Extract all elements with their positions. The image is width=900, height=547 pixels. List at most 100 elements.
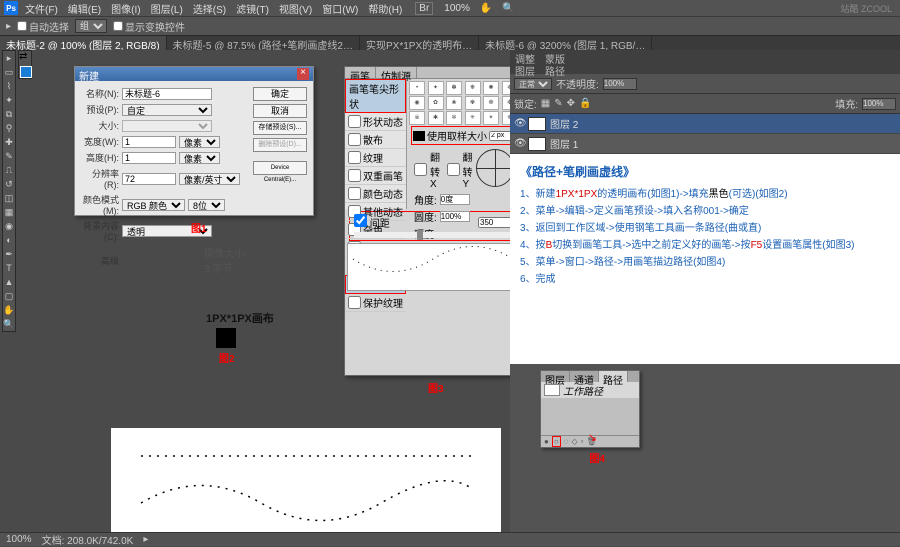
heal-tool[interactable]: ✚ xyxy=(3,135,15,149)
paths-tab[interactable]: 路径 xyxy=(540,62,570,74)
brush-tip-shape[interactable]: 画笔笔尖形状 xyxy=(345,79,406,113)
pp-channels-tab[interactable]: 通道 xyxy=(570,371,599,382)
visibility-icon[interactable]: 👁 xyxy=(514,138,524,149)
del-preset-button[interactable]: 删除预设(D)... xyxy=(253,138,307,152)
brush-cell[interactable]: ❀ xyxy=(446,96,462,110)
foreground-swatch[interactable] xyxy=(20,66,32,78)
layer-name[interactable]: 图层 2 xyxy=(550,116,578,131)
hand-tool[interactable]: ✋ xyxy=(3,303,15,317)
device-central-button[interactable]: Device Central(E)... xyxy=(253,161,307,175)
type-tool[interactable]: T xyxy=(3,261,15,275)
move-tool-icon[interactable]: ▸ xyxy=(6,21,11,32)
brush-cell[interactable]: ✴ xyxy=(483,111,499,125)
angle-widget[interactable] xyxy=(476,149,514,187)
auto-select-target[interactable]: 组 xyxy=(75,19,107,33)
brush-cell[interactable]: ✱ xyxy=(428,111,444,125)
eraser-tool[interactable]: ◫ xyxy=(3,191,15,205)
spacing-slider[interactable] xyxy=(354,232,512,238)
zoom-tool[interactable]: 🔍 xyxy=(3,317,15,331)
layer-row-1[interactable]: 👁 图层 1 xyxy=(510,134,900,154)
layer-row-2[interactable]: 👁图层 2 xyxy=(510,114,900,134)
spacing-field[interactable] xyxy=(478,217,512,228)
adjust-tab[interactable]: 调整 xyxy=(510,50,540,62)
pen-tool[interactable]: ✒ xyxy=(3,247,15,261)
doc-tab-1[interactable]: 未标题-2 @ 100% (图层 2, RGB/8) xyxy=(0,36,167,50)
brush-presets-grid[interactable]: •✦✽❋✺❄ ◉✿❀✾❁✻ ※✱✲✳✴✵ xyxy=(409,81,519,125)
move-tool[interactable]: ▸ xyxy=(3,51,15,65)
brush-cell[interactable]: ✦ xyxy=(428,81,444,95)
path-to-sel-icon[interactable]: ◌ xyxy=(564,437,569,446)
hand-icon[interactable]: ✋ xyxy=(477,3,495,14)
brush-cell[interactable]: ✲ xyxy=(446,111,462,125)
scattering[interactable]: 散布 xyxy=(345,131,406,149)
brush-tab[interactable]: 画笔 xyxy=(345,67,376,78)
bit-select[interactable]: 8位 xyxy=(188,199,225,211)
res-field[interactable] xyxy=(122,173,176,185)
flipy-check[interactable] xyxy=(447,163,460,176)
ok-button[interactable]: 确定 xyxy=(253,87,307,101)
color-dynamics[interactable]: 颜色动态 xyxy=(345,185,406,203)
width-field[interactable] xyxy=(122,136,176,148)
doc-tab-2[interactable]: 未标题-5 @ 87.5% (路径+笔刷画虚线2… xyxy=(167,36,360,50)
blend-mode[interactable]: 正常 xyxy=(514,78,552,90)
blur-tool[interactable]: ◉ xyxy=(3,219,15,233)
marquee-tool[interactable]: ▭ xyxy=(3,65,15,79)
menu-image[interactable]: 图像(I) xyxy=(108,1,143,16)
brush-cell[interactable]: ✽ xyxy=(446,81,462,95)
name-field[interactable] xyxy=(122,88,212,100)
clone-tab[interactable]: 仿制源 xyxy=(376,67,417,78)
brush-cell[interactable]: ✾ xyxy=(465,96,481,110)
brush-cell[interactable]: • xyxy=(409,81,425,95)
dual-brush[interactable]: 双重画笔 xyxy=(345,167,406,185)
dodge-tool[interactable]: ◐ xyxy=(3,233,15,247)
fill-field[interactable] xyxy=(862,98,896,110)
layer-thumb[interactable] xyxy=(528,137,546,151)
path-select-tool[interactable]: ▲ xyxy=(3,275,15,289)
menu-view[interactable]: 视图(V) xyxy=(276,1,315,16)
show-transform-check[interactable]: 显示变换控件 xyxy=(113,19,185,34)
work-path-row[interactable]: 工作路径 xyxy=(541,382,639,398)
history-brush-tool[interactable]: ↺ xyxy=(3,177,15,191)
texture[interactable]: 纹理 xyxy=(345,149,406,167)
lock-paint-icon[interactable]: ✎ xyxy=(554,98,562,109)
close-icon[interactable]: × xyxy=(297,68,309,80)
opacity-field[interactable] xyxy=(603,78,637,90)
brush-tool[interactable]: ✎ xyxy=(3,149,15,163)
height-field[interactable] xyxy=(122,152,176,164)
stamp-tool[interactable]: ⎍ xyxy=(3,163,15,177)
zoom-icon[interactable]: 🔍 xyxy=(499,3,517,14)
layers-tab[interactable]: 图层 xyxy=(510,62,540,74)
auto-select-check[interactable]: 自动选择 xyxy=(17,19,69,34)
pp-paths-tab[interactable]: 路径 xyxy=(599,371,628,382)
layer-name[interactable]: 图层 1 xyxy=(550,136,578,151)
width-unit[interactable]: 像素 xyxy=(179,136,220,148)
brush-cell[interactable]: ※ xyxy=(409,111,425,125)
brush-cell[interactable]: ❋ xyxy=(465,81,481,95)
zoom-status[interactable]: 100% xyxy=(6,534,32,545)
brush-cell[interactable]: ❁ xyxy=(483,96,499,110)
menu-layer[interactable]: 图层(L) xyxy=(148,1,186,16)
status-arrow-icon[interactable]: ▸ xyxy=(143,534,148,545)
pp-layers-tab[interactable]: 图层 xyxy=(541,371,570,382)
size-select[interactable] xyxy=(122,120,212,132)
round-field[interactable] xyxy=(440,211,470,222)
lock-move-icon[interactable]: ✥ xyxy=(567,98,575,109)
flipx-check[interactable] xyxy=(414,163,427,176)
shape-tool[interactable]: ▢ xyxy=(3,289,15,303)
cancel-button[interactable]: 取消 xyxy=(253,104,307,118)
fill-path-icon[interactable]: ● xyxy=(544,437,549,446)
res-unit[interactable]: 像素/英寸 xyxy=(179,173,240,185)
mode-select[interactable]: RGB 颜色 xyxy=(122,199,185,211)
new-path-icon[interactable]: ▫ xyxy=(581,437,584,446)
lock-trans-icon[interactable]: ▦ xyxy=(541,98,550,109)
adv-label[interactable]: 高级 xyxy=(81,254,119,267)
layer-thumb[interactable] xyxy=(528,117,546,131)
crop-tool[interactable]: ⧉ xyxy=(3,107,15,121)
menu-window[interactable]: 窗口(W) xyxy=(319,1,361,16)
brush-cell[interactable]: ✿ xyxy=(428,96,444,110)
wand-tool[interactable]: ✦ xyxy=(3,93,15,107)
eyedropper-tool[interactable]: ⚲ xyxy=(3,121,15,135)
height-unit[interactable]: 像素 xyxy=(179,152,220,164)
save-preset-button[interactable]: 存储预设(S)... xyxy=(253,121,307,135)
brush-cell[interactable]: ✺ xyxy=(483,81,499,95)
